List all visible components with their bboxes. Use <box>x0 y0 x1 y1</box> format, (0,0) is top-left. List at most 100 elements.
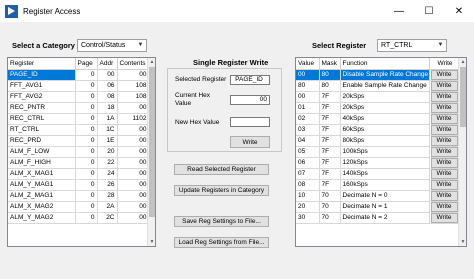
load-reg-settings-button[interactable]: Load Reg Settings from File... <box>174 237 269 248</box>
column-header-contents[interactable]: Contents <box>117 58 150 70</box>
register-name-cell[interactable]: ALM_X_MAG2 <box>8 201 76 213</box>
mask-cell[interactable]: 80 <box>319 80 341 92</box>
register-name-cell[interactable]: PAGE_ID <box>8 69 76 81</box>
scroll-up-icon[interactable]: ▲ <box>459 58 466 66</box>
scroll-thumb[interactable] <box>149 67 155 217</box>
right-grid-scrollbar[interactable]: ▲ ▼ <box>458 58 466 246</box>
register-name-cell[interactable]: ALM_Z_MAG1 <box>8 190 76 202</box>
addr-cell[interactable]: 1A <box>97 113 118 125</box>
column-header-value[interactable]: Value <box>296 58 320 70</box>
column-header-addr[interactable]: Addr <box>97 58 118 70</box>
value-cell[interactable]: 20 <box>296 201 320 213</box>
addr-cell[interactable]: 26 <box>97 179 118 191</box>
register-name-cell[interactable]: FFT_AVG2 <box>8 91 76 103</box>
contents-cell[interactable]: 00 <box>117 146 150 158</box>
page-cell[interactable]: 0 <box>75 190 98 202</box>
contents-cell[interactable]: 00 <box>117 179 150 191</box>
contents-cell[interactable]: 108 <box>117 80 150 92</box>
table-row[interactable]: ALM_Y_MAG2 0 2C 00 <box>8 212 150 224</box>
addr-cell[interactable]: 06 <box>97 80 118 92</box>
contents-cell[interactable]: 00 <box>117 168 150 180</box>
table-row[interactable]: 03 7F 60kSps Write <box>296 124 460 136</box>
table-row[interactable]: 02 7F 40kSps Write <box>296 113 460 125</box>
function-cell[interactable]: 100kSps <box>340 146 430 158</box>
register-name-cell[interactable]: REC_PRD <box>8 135 76 147</box>
mask-cell[interactable]: 7F <box>319 168 341 180</box>
function-cell[interactable]: 140kSps <box>340 168 430 180</box>
table-row[interactable]: 05 7F 100kSps Write <box>296 146 460 158</box>
scroll-down-icon[interactable]: ▼ <box>459 238 466 246</box>
mask-cell[interactable]: 7F <box>319 135 341 147</box>
register-dropdown[interactable]: RT_CTRL ▼ <box>377 39 447 52</box>
value-cell[interactable]: 00 <box>296 91 320 103</box>
column-header-page[interactable]: Page <box>75 58 98 70</box>
page-cell[interactable]: 0 <box>75 201 98 213</box>
register-name-cell[interactable]: REC_PNTR <box>8 102 76 114</box>
table-row[interactable]: 00 7F 20kSps Write <box>296 91 460 103</box>
value-cell[interactable]: 06 <box>296 157 320 169</box>
row-write-button[interactable]: Write <box>430 124 458 134</box>
table-row[interactable]: 07 7F 140kSps Write <box>296 168 460 180</box>
mask-cell[interactable]: 70 <box>319 212 341 224</box>
function-cell[interactable]: 120kSps <box>340 157 430 169</box>
row-write-button[interactable]: Write <box>430 69 458 79</box>
contents-cell[interactable]: 00 <box>117 212 150 224</box>
contents-cell[interactable]: 1102 <box>117 113 150 125</box>
addr-cell[interactable]: 22 <box>97 157 118 169</box>
close-button[interactable]: ✕ <box>444 0 474 22</box>
mask-cell[interactable]: 7F <box>319 124 341 136</box>
mask-cell[interactable]: 7F <box>319 146 341 158</box>
contents-cell[interactable]: 00 <box>117 69 150 81</box>
contents-cell[interactable]: 00 <box>117 190 150 202</box>
addr-cell[interactable]: 1E <box>97 135 118 147</box>
column-header-function[interactable]: Function <box>340 58 430 70</box>
contents-cell[interactable]: 108 <box>117 91 150 103</box>
page-cell[interactable]: 0 <box>75 69 98 81</box>
table-row[interactable]: 00 80 Disable Sample Rate Change Write <box>296 69 460 81</box>
value-cell[interactable]: 80 <box>296 80 320 92</box>
left-grid-scrollbar[interactable]: ▲ ▼ <box>147 58 155 246</box>
table-row[interactable]: 20 70 Decimate N = 1 Write <box>296 201 460 213</box>
new-hex-value-input[interactable] <box>230 117 270 127</box>
function-cell[interactable]: 40kSps <box>340 113 430 125</box>
table-row[interactable]: PAGE_ID 0 00 00 <box>8 69 150 81</box>
function-cell[interactable]: Disable Sample Rate Change <box>340 69 430 81</box>
addr-cell[interactable]: 2A <box>97 201 118 213</box>
value-cell[interactable]: 10 <box>296 190 320 202</box>
function-cell[interactable]: 80kSps <box>340 135 430 147</box>
save-reg-settings-button[interactable]: Save Reg Settings to File... <box>174 216 269 227</box>
page-cell[interactable]: 0 <box>75 91 98 103</box>
row-write-button[interactable]: Write <box>430 113 458 123</box>
scroll-down-icon[interactable]: ▼ <box>148 238 155 246</box>
addr-cell[interactable]: 28 <box>97 190 118 202</box>
page-cell[interactable]: 0 <box>75 146 98 158</box>
register-name-cell[interactable]: RT_CTRL <box>8 124 76 136</box>
contents-cell[interactable]: 00 <box>117 124 150 136</box>
mask-cell[interactable]: 70 <box>319 190 341 202</box>
table-row[interactable]: FFT_AVG2 0 08 108 <box>8 91 150 103</box>
value-cell[interactable]: 04 <box>296 135 320 147</box>
value-cell[interactable]: 01 <box>296 102 320 114</box>
function-cell[interactable]: 160kSps <box>340 179 430 191</box>
page-cell[interactable]: 0 <box>75 157 98 169</box>
function-cell[interactable]: 20kSps <box>340 102 430 114</box>
row-write-button[interactable]: Write <box>430 190 458 200</box>
contents-cell[interactable]: 00 <box>117 102 150 114</box>
addr-cell[interactable]: 1C <box>97 124 118 136</box>
mask-cell[interactable]: 7F <box>319 91 341 103</box>
register-name-cell[interactable]: FFT_AVG1 <box>8 80 76 92</box>
table-row[interactable]: 10 70 Decimate N = 0 Write <box>296 190 460 202</box>
table-row[interactable]: 04 7F 80kSps Write <box>296 135 460 147</box>
value-cell[interactable]: 02 <box>296 113 320 125</box>
page-cell[interactable]: 0 <box>75 80 98 92</box>
column-header-write[interactable]: Write <box>429 58 460 70</box>
page-cell[interactable]: 0 <box>75 124 98 136</box>
value-cell[interactable]: 30 <box>296 212 320 224</box>
write-button[interactable]: Write <box>230 136 270 148</box>
addr-cell[interactable]: 24 <box>97 168 118 180</box>
addr-cell[interactable]: 00 <box>97 69 118 81</box>
row-write-button[interactable]: Write <box>430 135 458 145</box>
table-row[interactable]: 06 7F 120kSps Write <box>296 157 460 169</box>
register-name-cell[interactable]: ALM_Y_MAG2 <box>8 212 76 224</box>
addr-cell[interactable]: 2C <box>97 212 118 224</box>
